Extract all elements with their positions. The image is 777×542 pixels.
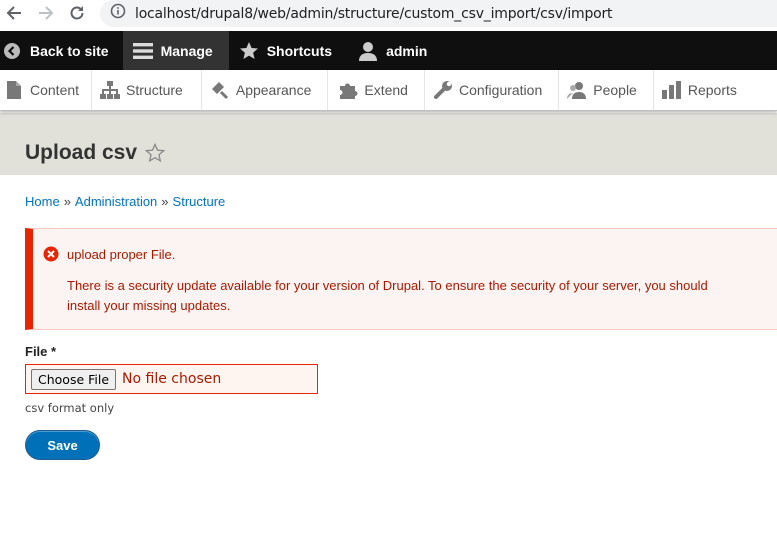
structure-icon [100,80,121,100]
security-message-line: install your missing updates. [67,298,231,313]
breadcrumb: Home» Administration» Structure [0,175,777,209]
file-status-text: No file chosen [122,371,222,387]
back-circle-icon [2,41,22,61]
user-tab[interactable]: admin [346,31,441,70]
field-description: csv format only [25,401,115,415]
reload-icon[interactable] [67,3,87,23]
tray-item-label: People [593,82,637,98]
address-bar[interactable]: localhost/drupal8/web/admin/structure/cu… [100,0,777,27]
tray-item-people[interactable]: People [559,70,654,110]
toolbar-tray: Content Structure Appearance Extend Conf… [0,70,777,111]
admin-toolbar: Back to site Manage Shortcuts admin [0,31,777,70]
page-title: Upload csv [25,141,166,165]
tray-item-configuration[interactable]: Configuration [425,70,560,110]
manage-tab[interactable]: Manage [122,31,229,70]
security-message-line: There is a security update available for… [67,278,708,293]
extend-icon [338,80,358,100]
configuration-icon [433,80,453,100]
browser-toolbar: localhost/drupal8/web/admin/structure/cu… [0,0,777,31]
star-icon [239,41,259,61]
tray-item-label: Appearance [235,82,312,98]
page-title-text: Upload csv [25,141,138,164]
appearance-icon [210,80,230,100]
info-icon[interactable] [110,3,126,24]
file-label-text: File [25,344,48,359]
security-update-message: There is a security update available for… [67,276,708,316]
error-message-box: upload proper File. There is a security … [25,228,777,330]
url-text: localhost/drupal8/web/admin/structure/cu… [135,5,613,22]
reports-icon [661,80,682,100]
manage-label: Manage [160,42,213,59]
tray-item-content[interactable]: Content [0,70,93,110]
shortcuts-label: Shortcuts [266,42,333,59]
breadcrumb-separator: » [63,194,71,209]
shortcuts-tab[interactable]: Shortcuts [229,31,346,70]
breadcrumb-home[interactable]: Home [25,194,60,209]
error-icon [43,246,59,265]
breadcrumb-separator: » [161,194,169,209]
required-marker: * [51,344,57,359]
tray-item-label: Extend [364,82,408,98]
hamburger-icon [132,41,153,61]
content-icon [4,80,24,100]
tray-item-extend[interactable]: Extend [328,70,425,110]
tray-item-reports[interactable]: Reports [654,70,749,110]
breadcrumb-administration[interactable]: Administration [75,194,157,209]
forward-arrow-icon[interactable] [36,3,56,23]
tray-item-label: Structure [126,82,183,98]
people-icon [567,80,587,100]
file-upload-field[interactable]: Choose File No file chosen [25,364,318,394]
save-button[interactable]: Save [25,430,100,460]
choose-file-button[interactable]: Choose File [31,368,117,390]
file-field-label: File * [25,344,777,359]
add-shortcut-star-icon[interactable] [145,143,166,163]
back-to-site-label: Back to site [30,42,109,59]
tray-item-label: Reports [687,82,737,98]
user-label: admin [386,42,428,59]
breadcrumb-structure[interactable]: Structure [173,194,226,209]
page-header: Upload csv [0,113,777,175]
back-arrow-icon[interactable] [4,3,24,23]
error-message-text: upload proper File. [67,247,176,262]
tray-item-label: Content [30,82,80,98]
user-icon [358,41,378,61]
tray-item-structure[interactable]: Structure [92,70,202,110]
tray-item-label: Configuration [458,82,543,98]
back-to-site-link[interactable]: Back to site [0,31,123,70]
tray-item-appearance[interactable]: Appearance [202,70,329,110]
